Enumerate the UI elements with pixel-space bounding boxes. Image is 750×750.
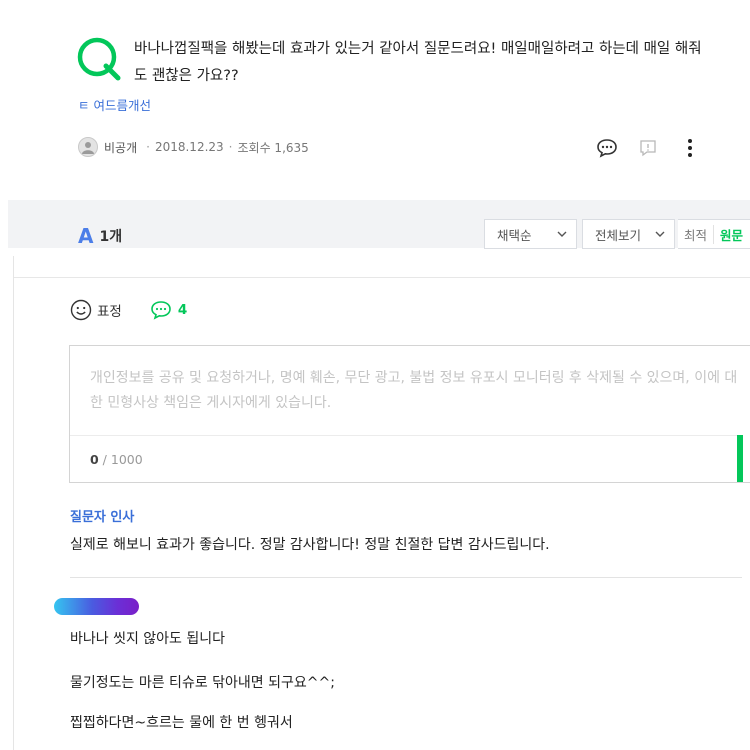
avatar — [78, 137, 98, 157]
question-meta: 비공개 · 2018.12.23 · 조회수 1,635 — [78, 136, 309, 158]
answers-count: A 1개 — [78, 224, 122, 248]
char-count-max: / 1000 — [98, 452, 143, 467]
speech-bubble-icon — [151, 301, 171, 320]
divider — [70, 577, 742, 578]
reaction-label: 표정 — [97, 304, 122, 320]
char-count-current: 0 — [90, 452, 99, 467]
submit-comment-button[interactable] — [737, 435, 743, 482]
chevron-down-icon — [654, 228, 666, 243]
meta-separator: · — [146, 140, 150, 154]
comment-toggle-button[interactable]: 4 — [150, 300, 187, 320]
view-count: 조회수 1,635 — [237, 140, 309, 155]
answer-line: 물기정도는 마른 티슈로 닦아내면 되구요^^; — [70, 675, 335, 691]
tab-original[interactable]: 원문 — [714, 225, 743, 244]
chevron-down-icon — [556, 228, 568, 243]
tab-latest[interactable]: 최적 — [678, 224, 715, 244]
answerer-grade-badge — [54, 598, 139, 615]
reaction-button[interactable]: 표정 — [70, 299, 122, 321]
question-q-icon — [76, 36, 122, 82]
panel-border — [13, 256, 14, 750]
comment-icon[interactable] — [594, 136, 620, 160]
greeting-label: 질문자 인사 — [70, 510, 135, 525]
answer-mode-tabs: 최적 원문 — [678, 219, 750, 249]
sort-dropdown-value: 채택순 — [497, 227, 532, 243]
view-dropdown-value: 전체보기 — [595, 227, 642, 243]
answer-line: 바나나 씻지 않아도 됩니다 — [70, 631, 226, 647]
meta-separator: · — [228, 140, 233, 154]
question-date: 2018.12.23 — [154, 140, 224, 154]
answer-count-label: 1개 — [99, 229, 123, 245]
question-title: 바나나껍질팩을 해봤는데 효과가 있는거 같아서 질문드려요! 매일매일하려고 … — [134, 41, 702, 84]
comment-placeholder: 개인정보를 공유 및 요청하거나, 명예 훼손, 무단 광고, 불법 정보 유포… — [90, 370, 738, 411]
divider — [14, 277, 750, 278]
view-dropdown[interactable]: 전체보기 — [582, 219, 675, 249]
more-icon[interactable] — [678, 136, 702, 160]
answer-line: 찝찝하다면~흐르는 물에 한 번 헹궈서 — [70, 715, 293, 731]
char-counter: 0 / 1000 — [90, 452, 143, 467]
divider — [70, 435, 742, 436]
greeting-text: 실제로 해보니 효과가 좋습니다. 정말 감사합니다! 정말 친절한 답변 감사… — [70, 537, 550, 553]
comment-count: 4 — [177, 302, 188, 318]
sort-dropdown[interactable]: 채택순 — [484, 219, 577, 249]
author-name[interactable]: 비공개 — [104, 139, 137, 156]
smile-icon — [70, 299, 92, 321]
report-icon[interactable] — [636, 136, 660, 160]
question-tag-link[interactable]: ㅌ 여드름개선 — [78, 95, 151, 114]
answer-a-mark: A — [78, 224, 94, 248]
reaction-row: 표정 4 — [70, 298, 187, 322]
